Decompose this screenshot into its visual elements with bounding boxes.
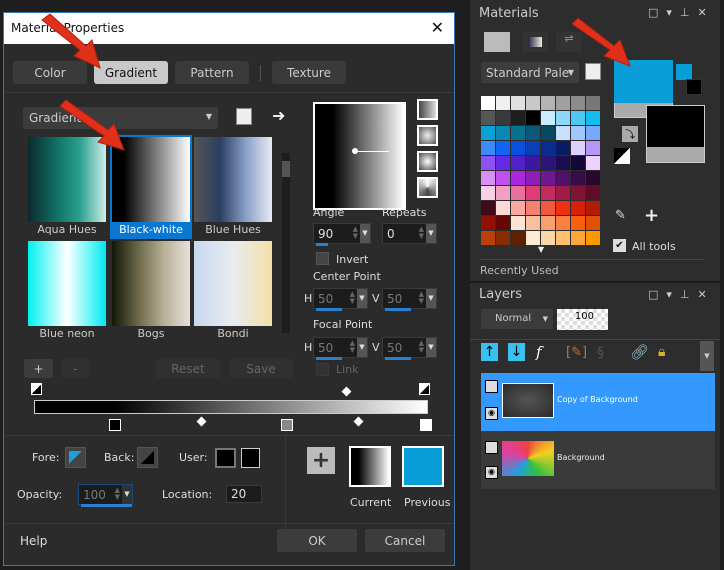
arrow-annotation-gradient-tab xyxy=(41,13,101,69)
annotation-arrows xyxy=(41,13,631,151)
arrow-annotation-black-white xyxy=(59,99,125,151)
arrow-annotation-foreground xyxy=(571,17,631,67)
